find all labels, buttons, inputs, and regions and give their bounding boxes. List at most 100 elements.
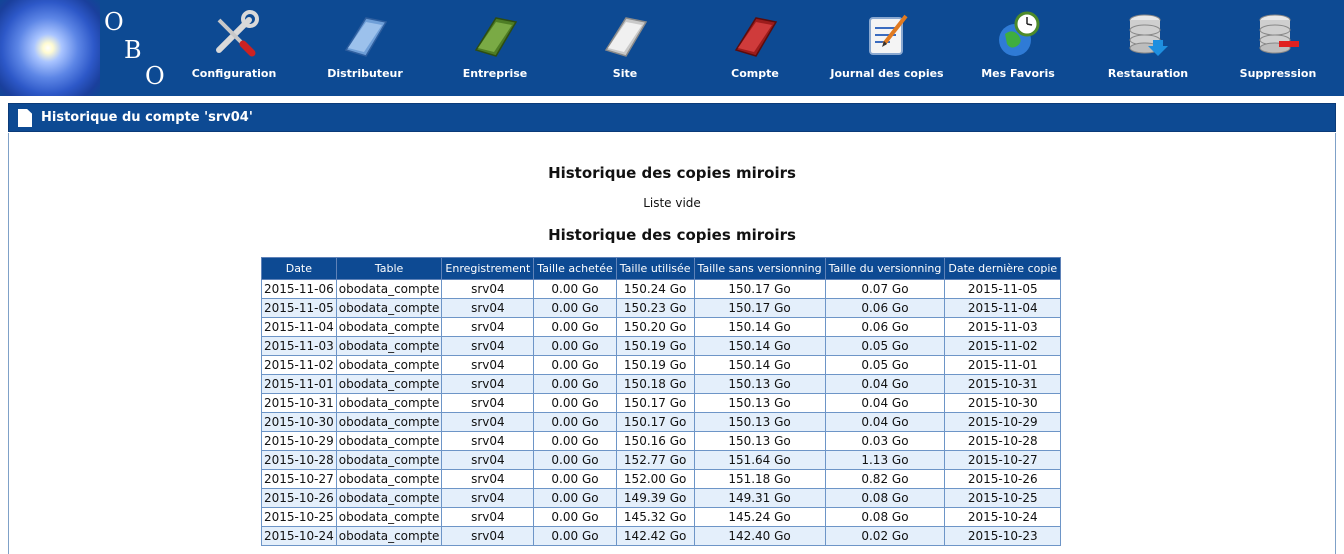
table-row: 2015-11-05 obodata_compte srv04 0.00 Go 150.…	[261, 298, 1062, 318]
table-cell: obodata_compte	[335, 279, 443, 299]
table-cell: 145.32 Go	[615, 507, 695, 527]
nav-compte[interactable]: Compte	[695, 8, 815, 88]
table-cell: 2015-10-28	[261, 450, 337, 470]
nav-site[interactable]: Site	[565, 8, 685, 88]
table-cell: 0.00 Go	[533, 393, 617, 413]
column-header: Date	[261, 257, 337, 280]
column-header: Enregistrement	[441, 257, 535, 280]
table-cell: srv04	[441, 298, 535, 318]
table-cell: obodata_compte	[335, 336, 443, 356]
table-cell: 0.04 Go	[824, 393, 946, 413]
table-cell: 150.13 Go	[693, 412, 826, 432]
wrench-screwdriver-icon	[216, 10, 259, 57]
table-cell: 150.13 Go	[693, 431, 826, 451]
table-row: 2015-10-27 obodata_compte srv04 0.00 Go 152.…	[261, 469, 1062, 489]
table-row: 2015-11-04 obodata_compte srv04 0.00 Go 150.…	[261, 317, 1062, 337]
table-cell: 150.19 Go	[615, 336, 695, 356]
column-header: Taille sans versionning	[693, 257, 826, 280]
nav-label: Configuration	[191, 67, 277, 80]
table-cell: 2015-10-30	[261, 412, 337, 432]
column-header: Taille du versionning	[824, 257, 946, 280]
table-cell: 2015-11-01	[944, 355, 1062, 375]
table-cell: 1.13 Go	[824, 450, 946, 470]
table-cell: srv04	[441, 336, 535, 356]
table-cell: 0.00 Go	[533, 355, 617, 375]
table-cell: 0.00 Go	[533, 279, 617, 299]
table-cell: 2015-10-28	[944, 431, 1062, 451]
table-cell: 150.14 Go	[693, 336, 826, 356]
table-cell: 0.00 Go	[533, 431, 617, 451]
table-cell: 2015-11-01	[261, 374, 337, 394]
table-cell: 0.03 Go	[824, 431, 946, 451]
table-cell: 2015-10-26	[944, 469, 1062, 489]
column-header: Table	[335, 257, 443, 280]
table-cell: srv04	[441, 450, 535, 470]
table-cell: obodata_compte	[335, 298, 443, 318]
nav-entreprise[interactable]: Entreprise	[435, 8, 555, 88]
nav-label: Restauration	[1107, 67, 1189, 80]
table-cell: 150.17 Go	[693, 279, 826, 299]
table-cell: 0.82 Go	[824, 469, 946, 489]
section-title-1: Historique des copies miroirs	[548, 164, 796, 182]
logo-letter-o-1: O	[104, 8, 124, 36]
table-cell: srv04	[441, 355, 535, 375]
document-icon	[18, 109, 32, 127]
nav-suppression[interactable]: Suppression	[1218, 8, 1338, 88]
table-cell: 150.16 Go	[615, 431, 695, 451]
table-cell: srv04	[441, 431, 535, 451]
table-cell: obodata_compte	[335, 450, 443, 470]
table-cell: 2015-11-05	[261, 298, 337, 318]
table-cell: 142.40 Go	[693, 526, 826, 546]
table-cell: 142.42 Go	[615, 526, 695, 546]
table-cell: 0.00 Go	[533, 298, 617, 318]
table-cell: 0.00 Go	[533, 469, 617, 489]
table-cell: 0.00 Go	[533, 317, 617, 337]
green-folder-icon	[474, 17, 518, 57]
table-row: 2015-11-06 obodata_compte srv04 0.00 Go 150.…	[261, 279, 1062, 299]
table-cell: 150.20 Go	[615, 317, 695, 337]
table-cell: obodata_compte	[335, 507, 443, 527]
table-row: 2015-10-28 obodata_compte srv04 0.00 Go 152.…	[261, 450, 1062, 470]
table-cell: 150.13 Go	[693, 374, 826, 394]
table-cell: 0.05 Go	[824, 355, 946, 375]
nav-mes-favoris[interactable]: Mes Favoris	[958, 8, 1078, 88]
table-cell: obodata_compte	[335, 317, 443, 337]
database-download-icon	[1129, 14, 1168, 56]
empty-list-message: Liste vide	[643, 196, 701, 210]
table-cell: 0.00 Go	[533, 374, 617, 394]
table-cell: 145.24 Go	[693, 507, 826, 527]
table-cell: 151.64 Go	[693, 450, 826, 470]
morning-glory-flower-icon	[0, 0, 100, 96]
table-cell: 0.00 Go	[533, 412, 617, 432]
nav-label: Site	[612, 67, 638, 80]
table-cell: 2015-11-05	[944, 279, 1062, 299]
nav-journal-des-copies[interactable]: Journal des copies	[827, 8, 947, 88]
section-title-2: Historique des copies miroirs	[548, 226, 796, 244]
table-cell: 0.04 Go	[824, 412, 946, 432]
page-title-bar: Historique du compte 'srv04'	[8, 103, 1336, 132]
table-cell: 0.00 Go	[533, 336, 617, 356]
table-row: 2015-10-30 obodata_compte srv04 0.00 Go 150.…	[261, 412, 1062, 432]
page-title: Historique du compte 'srv04'	[41, 110, 253, 125]
table-cell: 150.13 Go	[693, 393, 826, 413]
table-cell: 150.19 Go	[615, 355, 695, 375]
globe-clock-icon	[999, 11, 1040, 56]
table-cell: 2015-11-06	[261, 279, 337, 299]
table-cell: 0.05 Go	[824, 336, 946, 356]
database-remove-icon	[1259, 14, 1299, 54]
table-cell: 2015-10-24	[944, 507, 1062, 527]
table-cell: 150.14 Go	[693, 355, 826, 375]
nav-restauration[interactable]: Restauration	[1088, 8, 1208, 88]
obo-logo[interactable]: O B O	[0, 0, 170, 96]
nav-configuration[interactable]: Configuration	[174, 8, 294, 88]
table-cell: srv04	[441, 374, 535, 394]
table-cell: 2015-10-31	[261, 393, 337, 413]
table-cell: obodata_compte	[335, 412, 443, 432]
table-cell: 150.23 Go	[615, 298, 695, 318]
table-cell: obodata_compte	[335, 526, 443, 546]
nav-distributeur[interactable]: Distributeur	[305, 8, 425, 88]
table-cell: 0.00 Go	[533, 488, 617, 508]
table-cell: 2015-10-29	[944, 412, 1062, 432]
table-cell: 2015-10-23	[944, 526, 1062, 546]
logo-letter-o-2: O	[145, 62, 165, 90]
